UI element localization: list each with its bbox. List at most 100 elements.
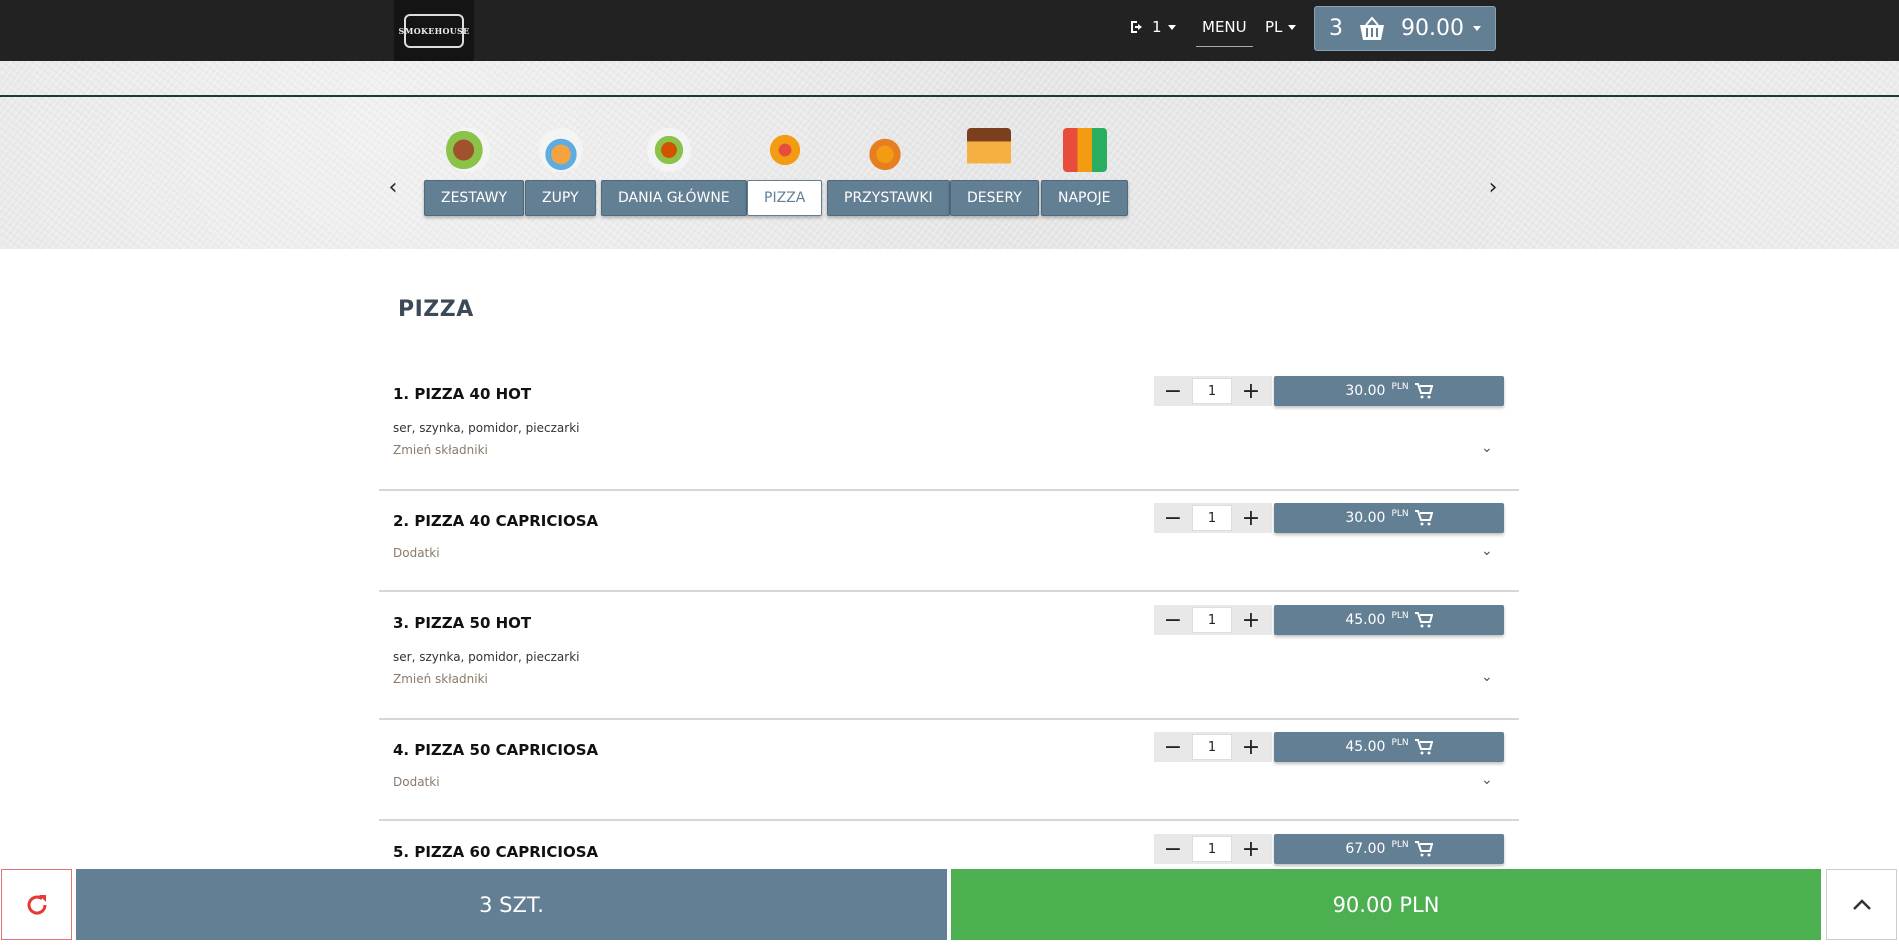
category-dania-glowne[interactable]: DANIA GŁÓWNE <box>601 128 747 216</box>
quantity-stepper: − 1 + <box>1154 732 1272 762</box>
language-label: PL <box>1265 18 1283 36</box>
cake-icon <box>967 128 1011 172</box>
add-to-cart-button[interactable]: 67.00 PLN <box>1274 834 1504 864</box>
scroll-top-button[interactable] <box>1826 869 1897 940</box>
quantity-input[interactable]: 1 <box>1192 505 1232 531</box>
order-total-button[interactable]: 90.00 PLN <box>951 869 1821 940</box>
chevron-down-icon[interactable]: ⌄ <box>1481 669 1493 685</box>
item-name: 2. PIZZA 40 CAPRICIOSA <box>393 512 599 530</box>
basket-icon <box>1360 15 1384 40</box>
table-number: 1 <box>1152 18 1162 36</box>
item-name: 3. PIZZA 50 HOT <box>393 614 532 632</box>
menu-item: 5. PIZZA 60 CAPRICIOSA − 1 + 67.00 PLN <box>379 831 1519 871</box>
category-przystawki[interactable]: PRZYSTAWKI <box>827 128 950 216</box>
item-name: 1. PIZZA 40 HOT <box>393 385 532 403</box>
section-title: PIZZA <box>398 297 474 322</box>
menu-item: 3. PIZZA 50 HOT − 1 + 45.00 PLN ser, szyn… <box>379 602 1519 720</box>
category-desery[interactable]: DESERY <box>950 128 1039 216</box>
plus-button[interactable]: + <box>1232 605 1270 635</box>
minus-button[interactable]: − <box>1154 605 1192 635</box>
appetizer-icon <box>863 128 907 172</box>
top-navigation-bar: SMOKEHOUSE 1 MENU PL 3 90.00 <box>0 0 1899 61</box>
chevron-down-icon[interactable]: ⌄ <box>1481 772 1493 788</box>
category-napoje[interactable]: NAPOJE <box>1041 128 1128 216</box>
add-to-cart-button[interactable]: 45.00 PLN <box>1274 732 1504 762</box>
chevron-up-icon <box>1852 898 1871 910</box>
combo-meal-icon <box>446 128 490 172</box>
price-value: 67.00 <box>1345 841 1386 857</box>
price-currency: PLN <box>1391 840 1409 850</box>
chevron-down-icon <box>1473 26 1481 31</box>
category-banner: ‹ › ZESTAWY ZUPY DANIA GŁÓWNE PIZZA PRZY… <box>0 61 1899 249</box>
language-selector[interactable]: PL <box>1265 18 1297 36</box>
category-label: NAPOJE <box>1041 180 1128 216</box>
item-name: 4. PIZZA 50 CAPRICIOSA <box>393 741 599 759</box>
soup-bowl-icon <box>539 128 583 172</box>
price-currency: PLN <box>1391 382 1409 392</box>
minus-button[interactable]: − <box>1154 503 1192 533</box>
refresh-button[interactable] <box>1 869 72 940</box>
chevron-right-icon[interactable]: › <box>1484 177 1502 199</box>
quantity-stepper: − 1 + <box>1154 605 1272 635</box>
minus-button[interactable]: − <box>1154 376 1192 406</box>
plus-button[interactable]: + <box>1232 732 1270 762</box>
category-label: ZESTAWY <box>424 180 524 216</box>
add-to-cart-button[interactable]: 30.00 PLN <box>1274 503 1504 533</box>
item-description: ser, szynka, pomidor, pieczarki <box>393 421 580 435</box>
extras-link[interactable]: Dodatki <box>393 546 440 560</box>
table-selector[interactable]: 1 <box>1130 18 1176 36</box>
category-zupy[interactable]: ZUPY <box>525 128 596 216</box>
cart-icon <box>1414 383 1433 399</box>
minus-button[interactable]: − <box>1154 732 1192 762</box>
menu-item: 1. PIZZA 40 HOT − 1 + 30.00 PLN ser, szyn… <box>379 373 1519 491</box>
plus-button[interactable]: + <box>1232 376 1270 406</box>
drinks-icon <box>1063 128 1107 172</box>
chevron-down-icon <box>1288 24 1297 30</box>
price-currency: PLN <box>1391 738 1409 748</box>
category-pizza[interactable]: PIZZA <box>747 128 823 216</box>
minus-button[interactable]: − <box>1154 834 1192 864</box>
quantity-input[interactable]: 1 <box>1192 607 1232 633</box>
quantity-stepper: − 1 + <box>1154 376 1272 406</box>
item-name: 5. PIZZA 60 CAPRICIOSA <box>393 843 599 861</box>
logo-badge: SMOKEHOUSE <box>398 13 469 48</box>
chevron-down-icon[interactable]: ⌄ <box>1481 543 1493 559</box>
change-ingredients-link[interactable]: Zmień składniki <box>393 672 488 686</box>
price-value: 30.00 <box>1345 510 1386 526</box>
plus-button[interactable]: + <box>1232 503 1270 533</box>
menu-item: 4. PIZZA 50 CAPRICIOSA − 1 + 45.00 PLN Do… <box>379 729 1519 821</box>
category-zestawy[interactable]: ZESTAWY <box>424 128 524 216</box>
quantity-input[interactable]: 1 <box>1192 734 1232 760</box>
category-label: PIZZA <box>747 180 823 216</box>
quantity-input[interactable]: 1 <box>1192 378 1232 404</box>
cart-icon <box>1414 612 1433 628</box>
cart-icon <box>1414 739 1433 755</box>
add-to-cart-button[interactable]: 30.00 PLN <box>1274 376 1504 406</box>
category-label: DANIA GŁÓWNE <box>601 180 747 216</box>
restaurant-logo[interactable]: SMOKEHOUSE <box>394 0 474 61</box>
extras-link[interactable]: Dodatki <box>393 775 440 789</box>
banner-divider <box>0 95 1899 97</box>
bottom-order-bar: 3 SZT. 90.00 PLN <box>0 867 1899 947</box>
price-value: 45.00 <box>1345 739 1386 755</box>
change-ingredients-link[interactable]: Zmień składniki <box>393 443 488 457</box>
cart-summary-button[interactable]: 3 90.00 <box>1314 6 1496 51</box>
cart-total: 90.00 <box>1401 16 1464 41</box>
order-quantity-button[interactable]: 3 SZT. <box>76 869 947 940</box>
category-label: ZUPY <box>525 180 596 216</box>
refresh-icon <box>27 894 47 914</box>
chevron-left-icon[interactable]: ‹ <box>384 177 402 199</box>
menu-link[interactable]: MENU <box>1196 14 1253 47</box>
cart-count: 3 <box>1329 16 1343 41</box>
item-description: ser, szynka, pomidor, pieczarki <box>393 650 580 664</box>
chevron-down-icon[interactable]: ⌄ <box>1481 440 1493 456</box>
price-currency: PLN <box>1391 509 1409 519</box>
main-dish-icon <box>647 128 691 172</box>
cart-icon <box>1414 510 1433 526</box>
quantity-stepper: − 1 + <box>1154 834 1272 864</box>
add-to-cart-button[interactable]: 45.00 PLN <box>1274 605 1504 635</box>
menu-item: 2. PIZZA 40 CAPRICIOSA − 1 + 30.00 PLN Do… <box>379 500 1519 592</box>
quantity-input[interactable]: 1 <box>1192 836 1232 862</box>
plus-button[interactable]: + <box>1232 834 1270 864</box>
logout-icon <box>1131 21 1142 33</box>
